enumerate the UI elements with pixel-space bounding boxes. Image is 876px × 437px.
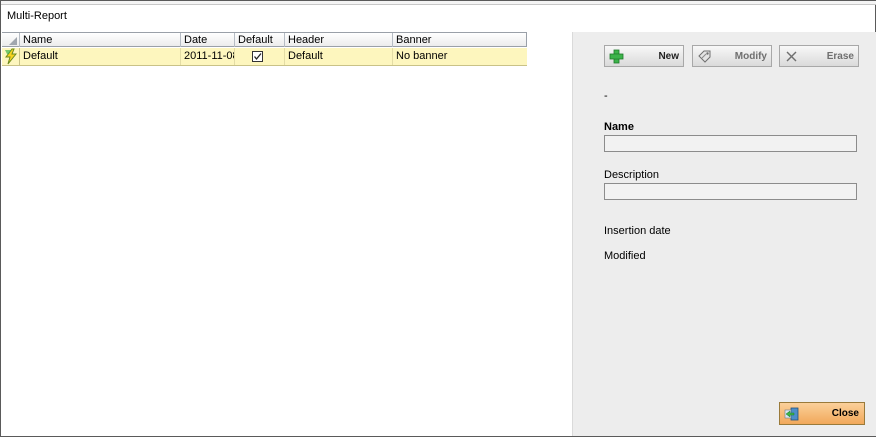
new-button-label: New bbox=[658, 51, 679, 62]
x-icon bbox=[786, 51, 797, 62]
cell-date[interactable]: 2011-11-08 bbox=[181, 48, 235, 65]
select-all-corner[interactable] bbox=[2, 33, 20, 47]
details-panel: New Modify Erase - Name Description Inse… bbox=[572, 32, 876, 436]
column-header-date[interactable]: Date bbox=[181, 33, 235, 47]
column-header-banner[interactable]: Banner bbox=[393, 33, 527, 47]
name-field[interactable] bbox=[604, 135, 857, 152]
modify-button[interactable]: Modify bbox=[692, 45, 772, 67]
default-checkbox[interactable] bbox=[252, 51, 263, 62]
grid-header: Name Date Default Header Banner bbox=[2, 32, 527, 47]
close-button-label: Close bbox=[831, 408, 859, 419]
window-title: Multi-Report bbox=[7, 10, 67, 22]
lightning-icon bbox=[2, 48, 20, 65]
multi-report-window: Multi-Report Name Date Default Header Ba… bbox=[0, 0, 876, 437]
erase-button[interactable]: Erase bbox=[779, 45, 859, 67]
modified-label: Modified bbox=[604, 250, 646, 262]
new-button[interactable]: New bbox=[604, 45, 684, 67]
description-label: Description bbox=[604, 169, 660, 181]
cell-default[interactable] bbox=[235, 48, 285, 65]
modify-button-label: Modify bbox=[734, 51, 767, 62]
cell-name[interactable]: Default bbox=[20, 48, 181, 65]
record-title-placeholder: - bbox=[604, 90, 608, 102]
top-strip bbox=[1, 1, 876, 5]
close-button[interactable]: Close bbox=[779, 402, 865, 425]
plus-icon bbox=[609, 49, 624, 64]
exit-door-icon bbox=[784, 407, 799, 421]
column-header-header[interactable]: Header bbox=[285, 33, 393, 47]
table-row[interactable]: Default 2011-11-08 Default No banner bbox=[2, 48, 527, 66]
erase-button-label: Erase bbox=[826, 51, 854, 62]
column-header-name[interactable]: Name bbox=[20, 33, 181, 47]
column-header-default[interactable]: Default bbox=[235, 33, 285, 47]
reports-grid[interactable]: Name Date Default Header Banner Default … bbox=[2, 32, 527, 435]
cell-banner[interactable]: No banner bbox=[393, 48, 527, 65]
name-label: Name bbox=[604, 121, 634, 133]
description-field[interactable] bbox=[604, 183, 857, 200]
cell-header[interactable]: Default bbox=[285, 48, 393, 65]
insertion-date-label: Insertion date bbox=[604, 225, 671, 237]
tag-edit-icon bbox=[698, 50, 711, 63]
